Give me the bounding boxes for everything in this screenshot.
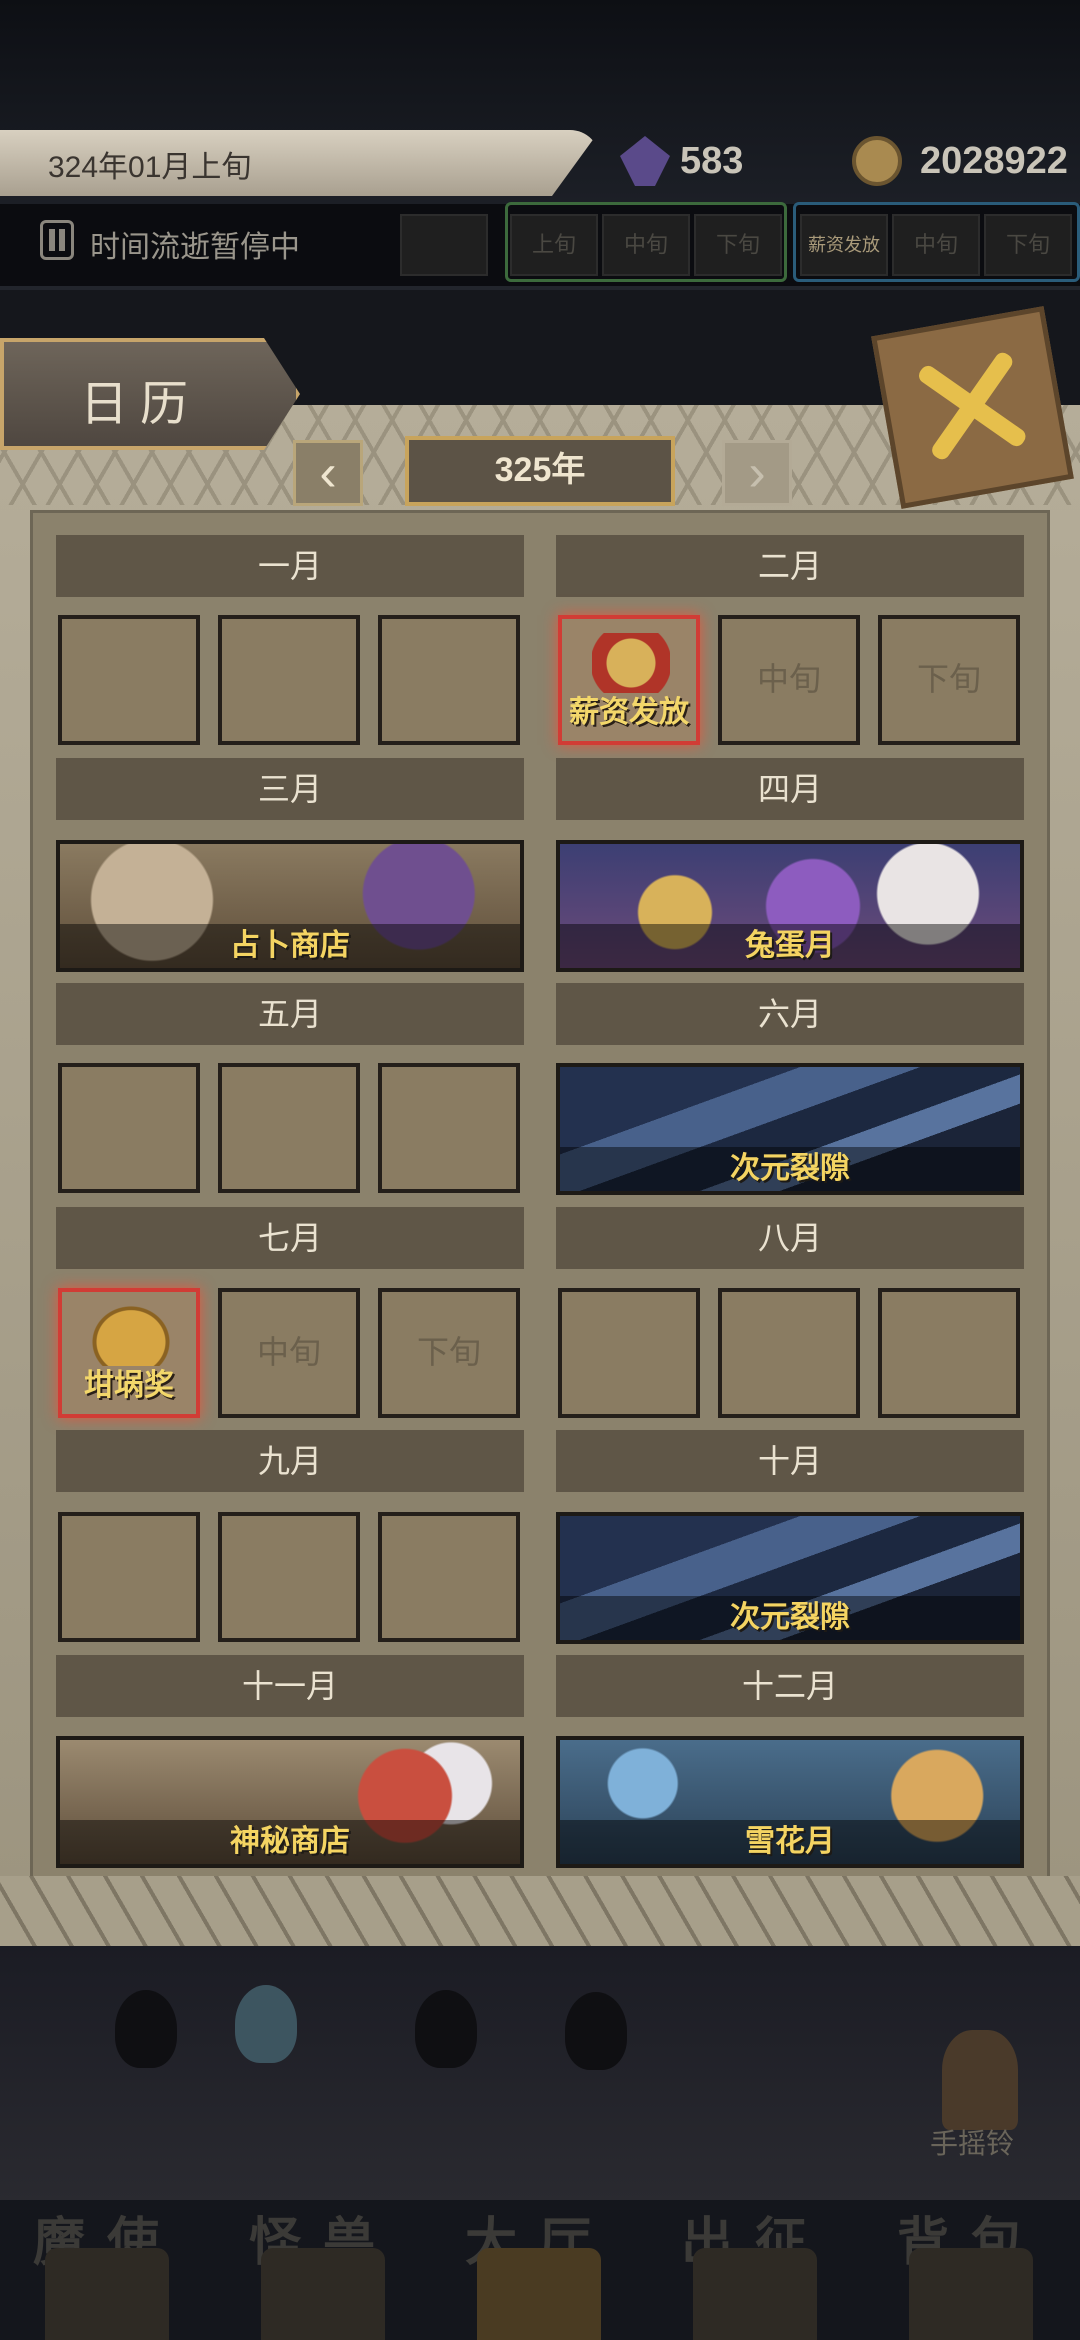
timeline-cell [400,214,488,276]
month-header: 十月 [556,1430,1024,1492]
nav-tab-demons[interactable]: 魔使 [0,2200,214,2340]
timeline-cell: 上旬 [510,214,598,276]
nav-tab-monsters[interactable]: 怪兽 [216,2200,430,2340]
period-slot[interactable] [218,615,360,745]
month-header: 八月 [556,1207,1024,1269]
minion-sprite [415,1990,477,2068]
period-slot[interactable] [58,615,200,745]
timeline-cell: 中旬 [602,214,690,276]
game-floor [0,1946,1080,2206]
period-slot[interactable] [378,615,520,745]
minion-sprite [565,1992,627,2070]
period-slot[interactable]: 中旬 [718,615,860,745]
nav-tab-backpack[interactable]: 背包 [864,2200,1078,2340]
prev-year-button[interactable]: ‹ [293,440,363,506]
event-banner-mystery-shop[interactable]: 神秘商店 [56,1736,524,1868]
panel-border [0,1876,1080,1946]
hall-icon [477,2248,601,2340]
date-plate: 324年01月上旬 [0,130,600,196]
month-header: 四月 [556,758,1024,820]
next-year-button[interactable]: › [722,440,792,506]
hero-sprite [235,1985,297,2063]
event-label: 雪花月 [560,1820,1020,1864]
bell-label: 手摇铃 [930,2128,1015,2159]
event-label: 坩埚奖 [84,1369,174,1402]
current-date: 324年01月上旬 [48,151,252,184]
month-header: 六月 [556,983,1024,1045]
event-label: 神秘商店 [60,1820,520,1864]
period-slot[interactable] [218,1512,360,1642]
month-header: 五月 [56,983,524,1045]
event-banner-rift[interactable]: 次元裂隙 [556,1063,1024,1195]
close-icon[interactable] [871,306,1074,509]
month-header: 一月 [56,535,524,597]
event-label: 占卜商店 [60,924,520,968]
panel-title: 日历 [80,378,201,431]
event-banner-bunny-egg[interactable]: 兔蛋月 [556,840,1024,972]
event-banner-rift[interactable]: 次元裂隙 [556,1512,1024,1644]
event-banner-snowflake[interactable]: 雪花月 [556,1736,1024,1868]
period-slot-salary[interactable]: 薪资发放 [558,615,700,745]
month-header: 十一月 [56,1655,524,1717]
nav-tab-hall[interactable]: 大厅 [432,2200,646,2340]
month-header: 九月 [56,1430,524,1492]
period-slot-cauldron[interactable]: 坩埚奖 [58,1288,200,1418]
panel-title-tab: 日历 [0,338,300,450]
event-banner-divination-shop[interactable]: 占卜商店 [56,840,524,972]
backpack-icon [909,2248,1033,2340]
period-slot[interactable] [58,1063,200,1193]
cauldron-icon [92,1306,170,1366]
period-slot[interactable] [718,1288,860,1418]
period-slot[interactable] [878,1288,1020,1418]
period-slot[interactable] [58,1512,200,1642]
event-label: 兔蛋月 [560,924,1020,968]
hand-bell-icon[interactable] [920,2010,1040,2140]
pause-icon[interactable] [40,220,74,260]
timeline-cell: 中旬 [892,214,980,276]
gold-count: 2028922 [920,140,1068,182]
event-label: 次元裂隙 [560,1147,1020,1191]
period-slot[interactable]: 中旬 [218,1288,360,1418]
period-slot[interactable] [378,1512,520,1642]
minion-sprite [115,1990,177,2068]
period-slot[interactable] [378,1063,520,1193]
year-display: 325年 [405,436,675,506]
skull-icon [45,2248,169,2340]
month-header: 二月 [556,535,1024,597]
period-slot[interactable] [218,1063,360,1193]
timeline-cell: 薪资发放 [800,214,888,276]
period-slot[interactable] [558,1288,700,1418]
month-header: 三月 [56,758,524,820]
timeline-cell: 下旬 [694,214,782,276]
month-header: 七月 [56,1207,524,1269]
timeline-cell: 下旬 [984,214,1072,276]
gold-coin-icon [852,136,902,186]
salary-coin-icon [592,633,670,693]
event-label: 薪资发放 [569,696,689,729]
pause-status: 时间流逝暂停中 [90,231,300,264]
period-slot[interactable]: 下旬 [378,1288,520,1418]
period-slot[interactable]: 下旬 [878,615,1020,745]
crystal-count: 583 [680,140,744,182]
expedition-icon [693,2248,817,2340]
event-label: 次元裂隙 [560,1596,1020,1640]
nav-tab-expedition[interactable]: 出征 [648,2200,862,2340]
monster-icon [261,2248,385,2340]
month-header: 十二月 [556,1655,1024,1717]
